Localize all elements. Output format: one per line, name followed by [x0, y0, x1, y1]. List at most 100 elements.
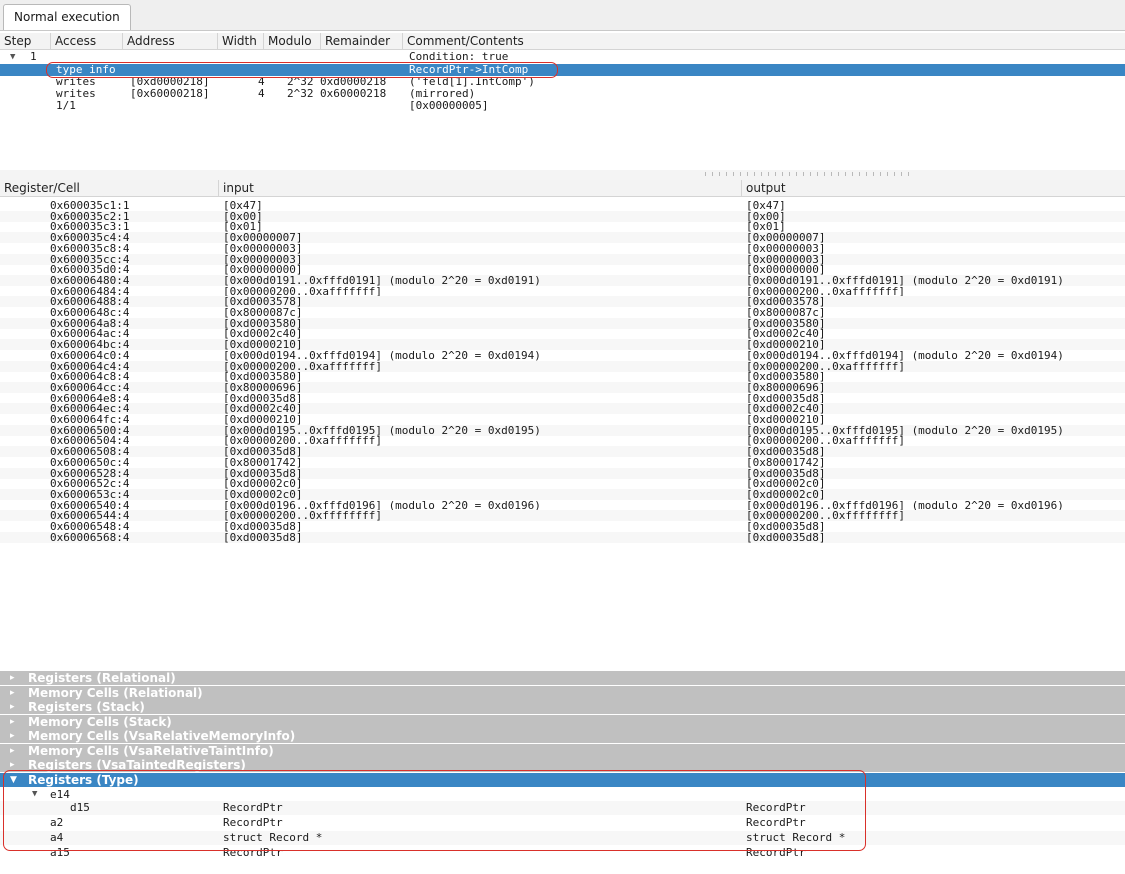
- expand-arrow-icon[interactable]: ▸: [10, 744, 15, 758]
- table-row[interactable]: 0x60006508:4 [0xd00035d8] [0xd00035d8]: [0, 446, 1125, 458]
- expand-arrow-icon[interactable]: ▸: [10, 700, 15, 714]
- table-row[interactable]: 0x600064c0:4 [0x000d0194..0xfffd0194] (mo…: [0, 350, 1125, 361]
- table-row[interactable]: 0x60006504:4 [0x00000200..0xafffffff] [0x0…: [0, 435, 1125, 446]
- remainder-value: 0x60000218: [320, 87, 387, 100]
- group-label: Memory Cells (VsaRelativeMemoryInfo): [28, 729, 296, 743]
- group-row[interactable]: ▸ Memory Cells (Relational): [0, 685, 1125, 700]
- step-number: 1: [30, 50, 37, 63]
- grip-icon: [705, 172, 915, 176]
- table-row[interactable]: 0x60006488:4 [0xd0003578] [0xd0003578]: [0, 296, 1125, 308]
- col-input[interactable]: input: [219, 180, 742, 196]
- register-name: a4: [50, 831, 64, 844]
- collapse-arrow-icon[interactable]: ▼: [10, 773, 17, 787]
- modulo-value: 2^32: [287, 87, 314, 100]
- table-row[interactable]: 0x600035c4:4 [0x00000007] [0x00000007]: [0, 232, 1125, 244]
- output-value: RecordPtr: [746, 801, 806, 814]
- table-row[interactable]: 0x600035c1:1 [0x47] [0x47]: [0, 200, 1125, 211]
- register-cell-table: Register/Cell input output 0x600035c1:1[…: [0, 180, 1125, 874]
- table-row[interactable]: 0x60006528:4 [0xd00035d8] [0xd00035d8]: [0, 467, 1125, 479]
- access-value: 1/1: [56, 99, 76, 112]
- output-value: [0xd00035d8]: [746, 530, 826, 544]
- splitter-handle[interactable]: [0, 170, 1125, 180]
- cell-address: 0x60006568:4: [50, 530, 130, 544]
- expand-arrow-icon[interactable]: ▸: [10, 758, 15, 772]
- table-row[interactable]: 0x60006480:4 [0x000d0191..0xfffd0191] (mo…: [0, 274, 1125, 286]
- group-label: Registers (Relational): [28, 671, 176, 685]
- table-row[interactable]: 0x6000648c:4 [0x8000087c] [0x8000087c]: [0, 307, 1125, 318]
- trace-row[interactable]: 1/1 [0x00000005]: [0, 100, 1125, 112]
- col-step[interactable]: Step: [0, 33, 51, 49]
- col-address[interactable]: Address: [123, 33, 218, 49]
- group-label: Registers (VsaTaintedRegisters): [28, 758, 246, 772]
- table-row[interactable]: 0x600064ac:4 [0xd0002c40] [0xd0002c40]: [0, 328, 1125, 339]
- table-row[interactable]: 0x6000650c:4 [0x80001742] [0x80001742]: [0, 457, 1125, 468]
- table-row[interactable]: 0x600064a8:4 [0xd0003580] [0xd0003580]: [0, 317, 1125, 329]
- output-value: RecordPtr: [746, 846, 806, 859]
- table-row[interactable]: 0x600064c4:4 [0x00000200..0xafffffff] [0x0…: [0, 360, 1125, 372]
- col-remainder[interactable]: Remainder: [321, 33, 403, 49]
- input-value: [0xd00035d8]: [223, 530, 303, 544]
- output-value: RecordPtr: [746, 816, 806, 829]
- group-row[interactable]: ▸ Memory Cells (VsaRelativeMemoryInfo): [0, 729, 1125, 743]
- table-row[interactable]: a4 struct Record * struct Record *: [0, 831, 1125, 845]
- table-row[interactable]: 0x60006500:4 [0x000d0195..0xfffd0195] (mo…: [0, 424, 1125, 436]
- table-row[interactable]: 0x60006484:4 [0x00000200..0xafffffff] [0x0…: [0, 286, 1125, 297]
- input-value: RecordPtr: [223, 816, 283, 829]
- table-row[interactable]: 0x600035c3:1 [0x01] [0x01]: [0, 221, 1125, 232]
- col-comment-contents[interactable]: Comment/Contents: [403, 33, 1125, 49]
- table-row[interactable]: 0x6000652c:4 [0xd00002c0] [0xd00002c0]: [0, 478, 1125, 489]
- table-row[interactable]: 0x60006544:4 [0x00000200..0xffffffff] [0x0…: [0, 510, 1125, 522]
- group-row[interactable]: ▸ Registers (VsaTaintedRegisters): [0, 758, 1125, 772]
- step-row[interactable]: ▼ 1 Condition: true: [0, 51, 1125, 63]
- expand-arrow-icon[interactable]: ▸: [10, 686, 15, 700]
- table-row[interactable]: 0x60006540:4 [0x000d0196..0xfffd0196] (mo…: [0, 500, 1125, 511]
- output-value: struct Record *: [746, 831, 846, 844]
- group-row[interactable]: ▸ Memory Cells (VsaRelativeTaintInfo): [0, 743, 1125, 758]
- expand-arrow-icon[interactable]: ▼: [10, 51, 15, 63]
- table-row[interactable]: 0x600064e8:4 [0xd00035d8] [0xd00035d8]: [0, 393, 1125, 404]
- col-modulo[interactable]: Modulo: [264, 33, 321, 49]
- group-label: Registers (Type): [28, 773, 139, 787]
- tab-bar: Normal execution: [0, 0, 1125, 31]
- group-row[interactable]: ▸ Registers (Relational): [0, 671, 1125, 685]
- register-name: a15: [50, 846, 70, 859]
- table-row[interactable]: 0x600064cc:4 [0x80000696] [0x80000696]: [0, 381, 1125, 393]
- tab-normal-execution[interactable]: Normal execution: [3, 4, 131, 30]
- trace-row[interactable]: writes [0x60000218] 4 2^32 0x60000218 (mirror…: [0, 88, 1125, 100]
- group-row[interactable]: ▸ Memory Cells (Stack): [0, 714, 1125, 729]
- trace-table: Step Access Address Width Modulo Remaind…: [0, 33, 1125, 171]
- tree-node-label: e14: [50, 788, 70, 801]
- group-label: Registers (Stack): [28, 700, 145, 714]
- register-name: d15: [70, 801, 90, 814]
- input-value: struct Record *: [223, 831, 323, 844]
- expand-arrow-icon[interactable]: ▸: [10, 729, 15, 743]
- table-row[interactable]: 0x60006568:4 [0xd00035d8] [0xd00035d8]: [0, 530, 1125, 544]
- table-row[interactable]: a2 RecordPtr RecordPtr: [0, 816, 1125, 830]
- col-access[interactable]: Access: [51, 33, 123, 49]
- table-row[interactable]: d15 RecordPtr RecordPtr: [0, 801, 1125, 815]
- table-row[interactable]: 0x600064c8:4 [0xd0003580] [0xd0003580]: [0, 371, 1125, 382]
- group-label: Memory Cells (VsaRelativeTaintInfo): [28, 743, 274, 758]
- step-comment: Condition: true: [409, 50, 509, 63]
- col-register-cell[interactable]: Register/Cell: [0, 180, 219, 196]
- table-row[interactable]: 0x600035cc:4 [0x00000003] [0x00000003]: [0, 253, 1125, 265]
- group-label: Memory Cells (Relational): [28, 685, 203, 700]
- table-row[interactable]: 0x60006548:4 [0xd00035d8] [0xd00035d8]: [0, 521, 1125, 532]
- col-output[interactable]: output: [742, 180, 1125, 196]
- register-table-header: Register/Cell input output: [0, 180, 1125, 197]
- expand-arrow-icon[interactable]: ▸: [10, 715, 15, 729]
- group-row-registers-type[interactable]: ▼ Registers (Type): [0, 773, 1125, 787]
- table-row[interactable]: 0x600035c8:4 [0x00000003] [0x00000003]: [0, 243, 1125, 254]
- address-value: [0x60000218]: [130, 87, 210, 100]
- register-name: a2: [50, 816, 64, 829]
- table-row[interactable]: 0x600035c2:1 [0x00] [0x00]: [0, 210, 1125, 222]
- group-label: Memory Cells (Stack): [28, 714, 172, 729]
- table-row[interactable]: 0x600064ec:4 [0xd0002c40] [0xd0002c40]: [0, 403, 1125, 415]
- table-row[interactable]: a15 RecordPtr RecordPtr: [0, 846, 1125, 860]
- col-width[interactable]: Width: [218, 33, 264, 49]
- collapse-arrow-icon[interactable]: ▼: [32, 788, 37, 801]
- tree-row-e14[interactable]: ▼ e14: [0, 788, 1125, 801]
- expand-arrow-icon[interactable]: ▸: [10, 671, 15, 685]
- group-row[interactable]: ▸ Registers (Stack): [0, 700, 1125, 714]
- trace-table-header: Step Access Address Width Modulo Remaind…: [0, 33, 1125, 50]
